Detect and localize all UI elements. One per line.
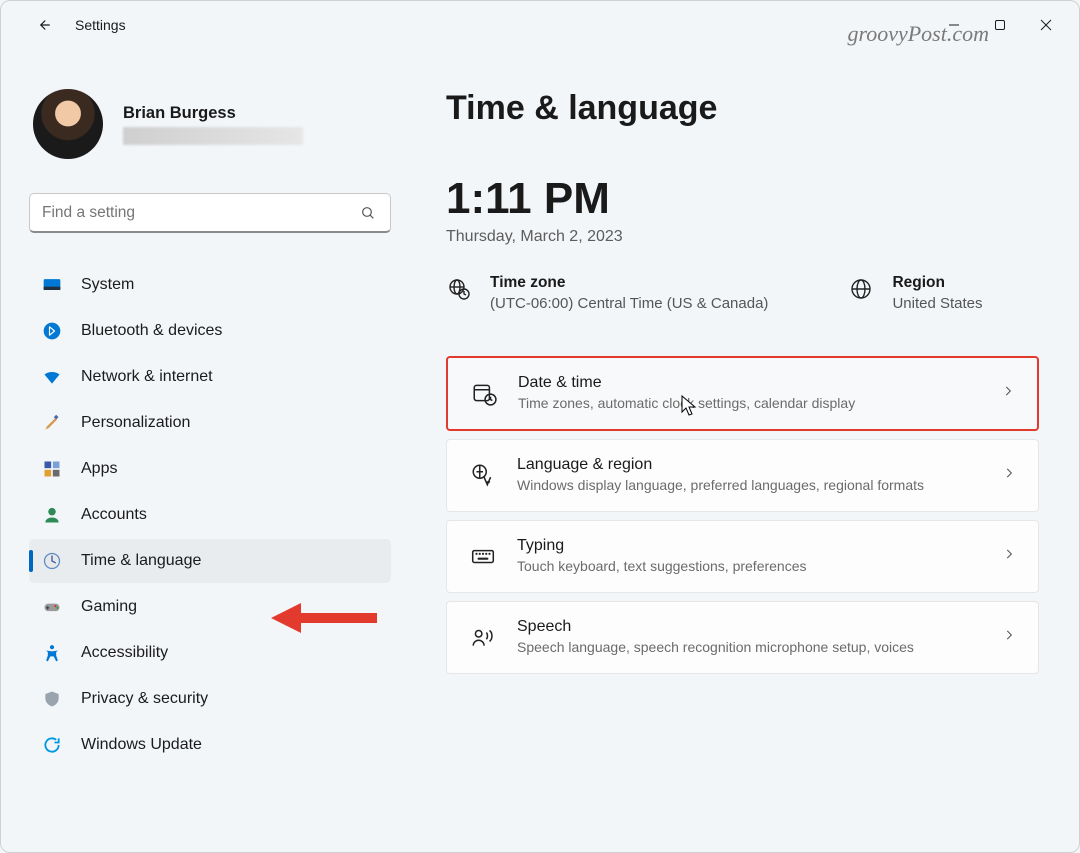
setting-title: Speech [517, 618, 982, 636]
sidebar-item-label: Personalization [81, 414, 190, 432]
person-icon [41, 504, 63, 526]
back-button[interactable] [29, 11, 57, 39]
chevron-right-icon [1002, 466, 1016, 485]
current-date: Thursday, March 2, 2023 [446, 228, 1039, 246]
sidebar-item-label: Accounts [81, 506, 147, 524]
page-title: Time & language [446, 89, 1039, 128]
update-icon [41, 734, 63, 756]
sidebar-item-apps[interactable]: Apps [29, 447, 391, 491]
setting-desc: Windows display language, preferred lang… [517, 476, 982, 495]
setting-language-region[interactable]: Language & region Windows display langua… [446, 439, 1039, 512]
setting-typing[interactable]: Typing Touch keyboard, text suggestions,… [446, 520, 1039, 593]
sidebar-item-label: Bluetooth & devices [81, 322, 222, 340]
sidebar-item-label: Apps [81, 460, 117, 478]
profile-block[interactable]: Brian Burgess [29, 89, 386, 159]
main-content: Time & language 1:11 PM Thursday, March … [396, 49, 1079, 852]
avatar [33, 89, 103, 159]
setting-desc: Speech language, speech recognition micr… [517, 638, 982, 657]
keyboard-icon [469, 542, 497, 570]
info-row: Time zone (UTC-06:00) Central Time (US &… [446, 274, 1039, 312]
setting-desc: Touch keyboard, text suggestions, prefer… [517, 557, 982, 576]
sidebar-item-label: Accessibility [81, 644, 168, 662]
globe-icon [848, 276, 874, 302]
sidebar-item-label: Privacy & security [81, 690, 208, 708]
sidebar-item-time-language[interactable]: Time & language [29, 539, 391, 583]
language-icon [469, 461, 497, 489]
paintbrush-icon [41, 412, 63, 434]
chevron-right-icon [1001, 384, 1015, 403]
region-value: United States [892, 295, 982, 312]
sidebar-item-accessibility[interactable]: Accessibility [29, 631, 391, 675]
sidebar-item-label: Gaming [81, 598, 137, 616]
system-icon [41, 274, 63, 296]
watermark: groovyPost.com [847, 21, 989, 47]
timezone-info[interactable]: Time zone (UTC-06:00) Central Time (US &… [446, 274, 768, 312]
bluetooth-icon [41, 320, 63, 342]
close-button[interactable] [1023, 5, 1069, 45]
sidebar-item-accounts[interactable]: Accounts [29, 493, 391, 537]
accessibility-icon [41, 642, 63, 664]
profile-email-redacted [123, 127, 303, 145]
sidebar-item-label: Time & language [81, 552, 201, 570]
speech-icon [469, 623, 497, 651]
region-label: Region [892, 274, 982, 292]
app-title: Settings [75, 17, 126, 33]
sidebar-item-label: System [81, 276, 134, 294]
sidebar-item-network[interactable]: Network & internet [29, 355, 391, 399]
search-input[interactable] [42, 204, 358, 222]
setting-title: Language & region [517, 456, 982, 474]
sidebar-item-bluetooth[interactable]: Bluetooth & devices [29, 309, 391, 353]
timezone-value: (UTC-06:00) Central Time (US & Canada) [490, 295, 768, 312]
shield-icon [41, 688, 63, 710]
search-icon [358, 205, 378, 221]
chevron-right-icon [1002, 547, 1016, 566]
setting-date-time[interactable]: Date & time Time zones, automatic clock … [446, 356, 1039, 431]
setting-title: Typing [517, 537, 982, 555]
timezone-icon [446, 276, 472, 302]
sidebar-item-personalization[interactable]: Personalization [29, 401, 391, 445]
search-box[interactable] [29, 193, 391, 233]
calendar-clock-icon [470, 379, 498, 407]
nav-list: System Bluetooth & devices Network & int… [29, 263, 391, 767]
gamepad-icon [41, 596, 63, 618]
sidebar-item-windows-update[interactable]: Windows Update [29, 723, 391, 767]
chevron-right-icon [1002, 628, 1016, 647]
clock-globe-icon [41, 550, 63, 572]
region-info[interactable]: Region United States [848, 274, 982, 312]
sidebar: Brian Burgess System Bluetooth & devi [1, 49, 396, 852]
apps-icon [41, 458, 63, 480]
setting-desc: Time zones, automatic clock settings, ca… [518, 394, 981, 413]
current-time: 1:11 PM [446, 174, 1039, 224]
sidebar-item-system[interactable]: System [29, 263, 391, 307]
sidebar-item-label: Network & internet [81, 368, 213, 386]
sidebar-item-label: Windows Update [81, 736, 202, 754]
profile-name: Brian Burgess [123, 104, 303, 123]
wifi-icon [41, 366, 63, 388]
sidebar-item-gaming[interactable]: Gaming [29, 585, 391, 629]
timezone-label: Time zone [490, 274, 768, 292]
setting-title: Date & time [518, 374, 981, 392]
setting-speech[interactable]: Speech Speech language, speech recogniti… [446, 601, 1039, 674]
sidebar-item-privacy[interactable]: Privacy & security [29, 677, 391, 721]
